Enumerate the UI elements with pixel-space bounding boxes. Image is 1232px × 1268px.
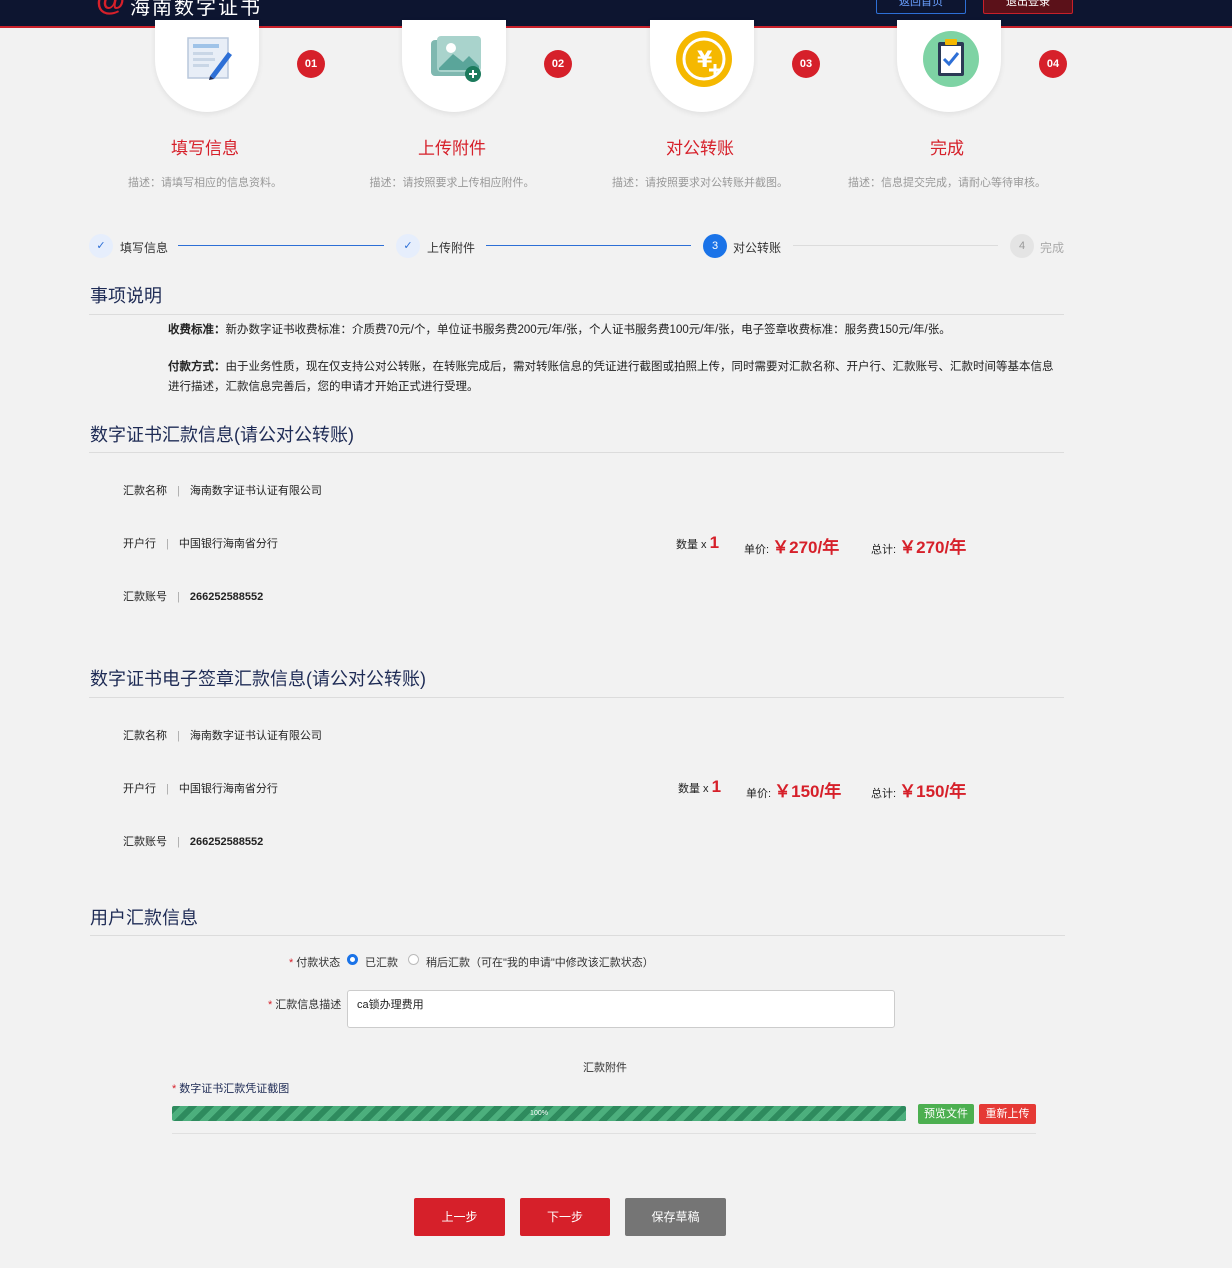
remit-name-label: 汇款名称 [123,485,167,497]
remit-name-row: 汇款名称 | 海南数字证书认证有限公司 [123,730,322,742]
quantity-value: 1 [709,533,720,552]
logo-icon: @ [96,0,126,17]
account-row: 汇款账号 | 266252588552 [123,836,264,848]
step-number: 02 [544,50,572,78]
step-title: 对公转账 [666,139,734,158]
quantity: 数量 x 1 [676,533,720,552]
account-row: 汇款账号 | 266252588552 [123,591,264,603]
divider [172,1133,1036,1134]
remit-cert-title: 数字证书汇款信息(请公对公转账) [90,425,354,445]
account-label: 汇款账号 [123,836,167,848]
quantity: 数量 x 1 [678,777,722,796]
step-number: 01 [297,50,325,78]
progress-line-done [486,245,691,246]
logout-button[interactable]: 退出登录 [983,0,1073,14]
unit-price: 单价: ￥150/年 [746,782,842,801]
step-circle: 01 [155,20,325,112]
radio-paid-label[interactable]: 已汇款 [365,954,398,970]
remit-desc-input[interactable] [347,990,895,1028]
bank-label: 开户行 [123,538,156,550]
upload-progress-bar: 100% [172,1106,906,1121]
radio-pay-later[interactable] [408,954,419,965]
yuan-coin-icon: ¥ [676,31,732,87]
remit-name-label: 汇款名称 [123,730,167,742]
remit-name-value: 海南数字证书认证有限公司 [189,730,322,742]
brand-name: 海南数字证书 [130,0,262,19]
bank-row: 开户行 | 中国银行海南省分行 [123,783,278,795]
radio-paid[interactable] [347,954,358,965]
prev-step-button[interactable]: 上一步 [414,1198,505,1236]
bank-value: 中国银行海南省分行 [178,538,278,550]
unit-price-value: ￥270/年 [772,538,840,557]
step-title: 填写信息 [171,139,239,158]
attachment-title: 汇款附件 [583,1062,627,1074]
clipboard-check-icon [923,31,979,87]
payment-status-label: * 付款状态 [289,957,341,969]
save-draft-button[interactable]: 保存草稿 [625,1198,726,1236]
quantity-value: 1 [711,777,722,796]
notice-title: 事项说明 [90,286,162,306]
remit-desc-label: * 汇款信息描述 [268,999,342,1011]
step-number: 04 [1039,50,1067,78]
fee-label: 收费标准： [168,324,226,336]
next-step-button[interactable]: 下一步 [520,1198,610,1236]
home-button[interactable]: 返回首页 [876,0,966,14]
unit-price-value: ￥150/年 [774,782,842,801]
payment-method: 付款方式：由于业务性质，现在仅支持公对公转账，在转账完成后，需对转账信息的凭证进… [168,357,1058,397]
pay-label: 付款方式： [168,361,226,373]
step-description: 描述：请填写相应的信息资料。 [128,177,282,189]
progress-line-todo [793,245,998,246]
account-label: 汇款账号 [123,591,167,603]
remit-name-row: 汇款名称 | 海南数字证书认证有限公司 [123,485,322,497]
progress-step-label: 完成 [1040,241,1065,255]
fee-text: 新办数字证书收费标准：介质费70元/个，单位证书服务费200元/年/张，个人证书… [225,324,951,336]
bank-label: 开户行 [123,783,156,795]
account-value: 266252588552 [189,591,264,603]
check-icon: ✓ [89,234,113,258]
step-number: 03 [792,50,820,78]
step-circle: ¥ 03 [650,20,820,112]
total-price: 总计: ￥150/年 [871,782,967,801]
step-number-badge: 3 [703,234,727,258]
step-circle: 02 [402,20,572,112]
bank-row: 开户行 | 中国银行海南省分行 [123,538,278,550]
preview-file-button[interactable]: 预览文件 [918,1104,974,1124]
radio-pay-later-label[interactable]: 稍后汇款（可在"我的申请"中修改该汇款状态） [426,954,654,970]
total-price-value: ￥150/年 [899,782,967,801]
form-pen-icon [187,37,232,80]
pay-text: 由于业务性质，现在仅支持公对公转账，在转账完成后，需对转账信息的凭证进行截图或拍… [168,361,1054,393]
divider [89,314,1064,315]
voucher-label: * 数字证书汇款凭证截图 [172,1083,290,1095]
fee-standard: 收费标准：新办数字证书收费标准：介质费70元/个，单位证书服务费200元/年/张… [168,320,1058,340]
step-number-badge: 4 [1010,234,1034,258]
image-upload-icon [431,36,481,82]
reupload-button[interactable]: 重新上传 [979,1104,1036,1124]
progress-step-label: 填写信息 [120,241,169,255]
step-circle: 04 [897,20,1067,112]
progress-line-done [178,245,384,246]
remit-name-value: 海南数字证书认证有限公司 [189,485,322,497]
user-remit-title: 用户汇款信息 [90,908,198,928]
divider [90,935,1065,936]
upload-progress-text: 100% [530,1110,548,1117]
bank-value: 中国银行海南省分行 [178,783,278,795]
unit-price: 单价: ￥270/年 [744,538,840,557]
check-icon: ✓ [396,234,420,258]
remit-seal-title: 数字证书电子签章汇款信息(请公对公转账) [90,669,426,689]
account-value: 266252588552 [189,836,264,848]
step-title: 完成 [930,139,964,158]
step-title: 上传附件 [418,139,486,158]
divider [89,697,1064,698]
divider [89,452,1064,453]
step-description: 描述：请按照要求对公转账并截图。 [612,177,788,189]
total-price: 总计: ￥270/年 [871,538,967,557]
step-description: 描述：请按照要求上传相应附件。 [369,177,535,189]
step-description: 描述：信息提交完成，请耐心等待审核。 [848,177,1046,189]
total-price-value: ￥270/年 [899,538,967,557]
progress-step-label: 上传附件 [427,241,476,255]
progress-step-label: 对公转账 [733,241,782,255]
